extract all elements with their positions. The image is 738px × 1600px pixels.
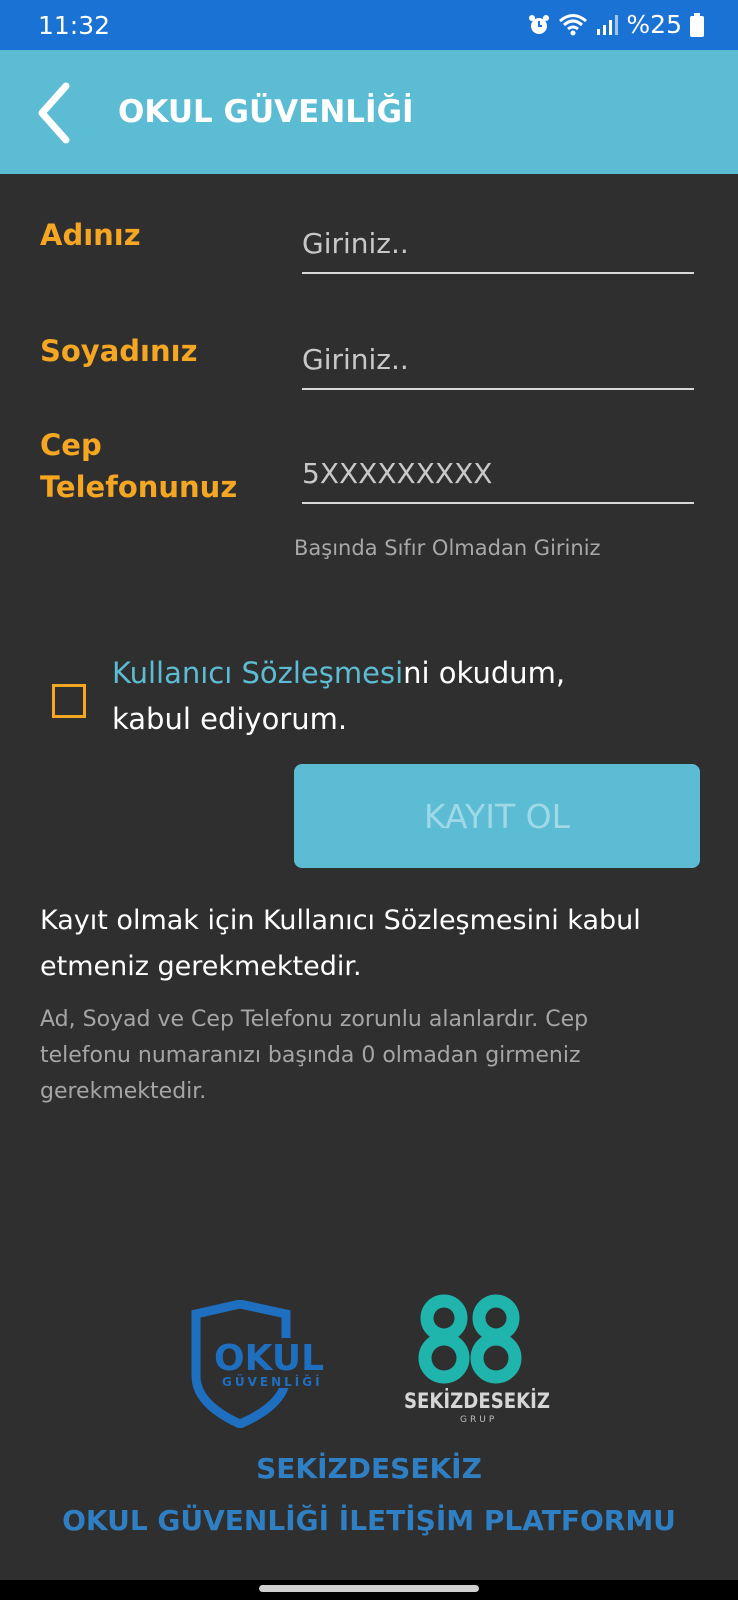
last-name-label: Soyadınız (40, 334, 198, 368)
signal-icon (597, 14, 619, 35)
logo-okul-text: OKUL (214, 1338, 324, 1379)
agreement-text-line2: kabul ediyorum. (112, 702, 348, 736)
battery-icon (690, 12, 704, 37)
status-bar: 11:32 %25 (0, 0, 738, 50)
status-time: 11:32 (38, 11, 111, 40)
sekizdesekiz-logo: SEKİZDESEKİZ GRUP (404, 1294, 550, 1425)
agreement-checkbox[interactable] (52, 684, 86, 718)
last-name-input[interactable] (302, 330, 694, 390)
logo-sekizdesekiz-text: SEKİZDESEKİZ (404, 1388, 550, 1413)
phone-label-line2: Telefonunuz (40, 470, 238, 504)
phone-label: Cep Telefonunuz (40, 424, 237, 508)
first-name-label: Adınız (40, 218, 141, 252)
first-name-input[interactable] (302, 214, 694, 274)
back-button[interactable] (30, 78, 80, 148)
footer-platform: OKUL GÜVENLİĞİ İLETİŞİM PLATFORMU (62, 1504, 676, 1537)
okul-guvenligi-logo: OKUL GÜVENLİĞİ (191, 1300, 336, 1428)
status-icons: %25 (528, 10, 704, 39)
footer-company: SEKİZDESEKİZ (256, 1452, 482, 1485)
alarm-icon (529, 14, 550, 34)
battery-percentage: %25 (626, 10, 682, 39)
agreement-text-rest: ni okudum, (403, 656, 566, 690)
chevron-left-icon (38, 82, 70, 144)
app-bar: OKUL GÜVENLİĞİ (0, 50, 738, 174)
wifi-icon (559, 13, 588, 35)
required-fields-text: Ad, Soyad ve Cep Telefonu zorunlu alanla… (40, 1007, 589, 1104)
user-agreement-link[interactable]: Kullanıcı Sözleşmesi (112, 656, 403, 690)
page-title: OKUL GÜVENLİĞİ (118, 94, 414, 130)
phone-input[interactable] (302, 444, 694, 504)
logo-grup-text: GRUP (460, 1415, 497, 1425)
agreement-text: Kullanıcı Sözleşmesini okudum, kabul edi… (112, 650, 672, 742)
home-gesture-handle[interactable] (259, 1585, 479, 1592)
phone-hint: Başında Sıfır Olmadan Giriniz (294, 536, 601, 560)
navigation-bar (0, 1580, 738, 1600)
phone-label-line1: Cep (40, 428, 102, 462)
register-button[interactable]: KAYIT OL (294, 764, 700, 868)
agreement-required-text: Kayıt olmak için Kullanıcı Sözleşmesini … (40, 905, 641, 982)
logo-guvenligi-text: GÜVENLİĞİ (222, 1374, 323, 1389)
